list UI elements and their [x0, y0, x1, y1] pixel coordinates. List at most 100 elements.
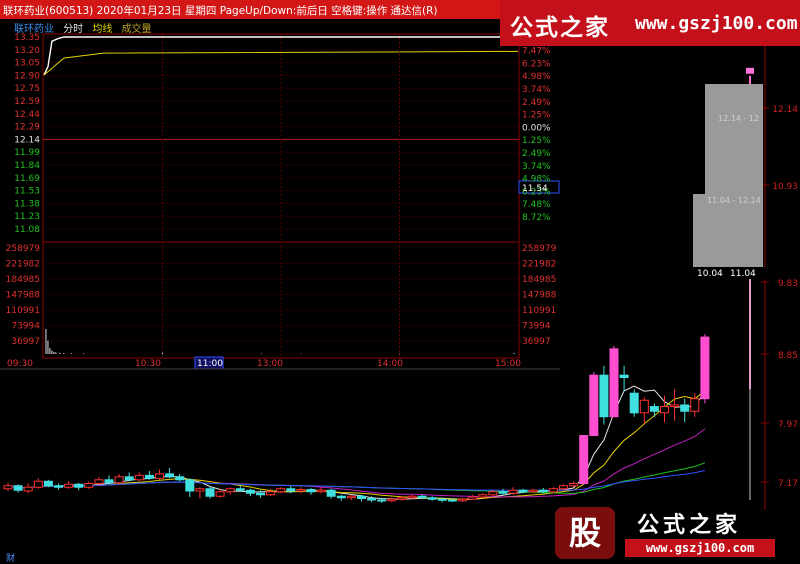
volume-axis-label-right: 73994 — [522, 322, 551, 332]
time-axis-label: 09:30 — [7, 359, 33, 369]
intraday-pct-label: 0.00% — [522, 123, 551, 133]
bottom-watermark-name: 公式之家 — [637, 513, 742, 538]
candle-body — [43, 480, 53, 487]
candle-body — [84, 483, 94, 488]
intraday-pct-label: 7.48% — [522, 200, 551, 210]
candle-body — [316, 489, 326, 493]
intraday-price-label: 12.75 — [14, 84, 40, 94]
candle-body — [660, 406, 669, 414]
bottom-watermark: 股 公式之家 www.gszj100.com — [555, 505, 783, 563]
candle-body — [235, 488, 245, 491]
intraday-pct-label: 8.72% — [522, 213, 551, 223]
candle-body — [3, 485, 13, 490]
candle-body — [245, 489, 255, 494]
candle-body — [175, 476, 185, 481]
candle-body — [468, 496, 478, 500]
candle-body — [478, 494, 488, 498]
candle-body — [377, 499, 387, 502]
candle-body — [144, 474, 154, 479]
volume-axis-label: 36997 — [11, 337, 40, 347]
volume-axis-label-right: 147988 — [522, 291, 557, 301]
candle-body — [94, 479, 104, 485]
intraday-price-label: 11.38 — [14, 199, 40, 209]
intraday-price-label: 11.99 — [14, 148, 40, 158]
intraday-pct-label: 1.25% — [522, 111, 551, 121]
candle-body — [185, 479, 195, 492]
intraday-price-label: 11.08 — [14, 225, 40, 235]
candle-body — [649, 406, 659, 412]
candle-body — [397, 497, 407, 500]
candle-body — [296, 489, 306, 492]
main-axis-label: 12.14 — [772, 105, 798, 115]
candle-body — [437, 498, 447, 501]
intraday-pct-label: 3.74% — [522, 85, 551, 95]
tab-stock-name[interactable]: 联环药业 — [14, 24, 54, 35]
candle-body — [538, 489, 548, 493]
candle-body — [458, 498, 467, 502]
candle-body — [579, 435, 589, 485]
candle-body — [336, 495, 346, 499]
candle-body — [357, 495, 366, 499]
brand-watermark: 公式之家 www.gszj100.com — [500, 0, 800, 46]
main-axis-label: 7.97 — [778, 420, 798, 430]
tab-volume[interactable]: 成交量 — [122, 24, 152, 35]
intraday-pct-label: 2.49% — [522, 149, 551, 159]
tooltip-lower-text: 11.04 - 12.14 — [707, 196, 761, 205]
intraday-price-label: 11.53 — [14, 187, 40, 197]
candle-body — [256, 492, 265, 496]
volume-axis-label: 110991 — [6, 306, 40, 316]
tooltip-upper-text: 12.14 - 12 — [718, 114, 759, 123]
brand-name: 公式之家 — [510, 15, 610, 41]
intraday-panel — [0, 19, 560, 370]
intraday-price-label: 12.90 — [14, 71, 40, 81]
volume-axis-label: 258979 — [6, 244, 41, 254]
chart-canvas: 12.14 10.93 9.83 8.85 7.97 7.17 12.14 - 12 11.0… — [0, 19, 798, 510]
candle-body — [690, 398, 700, 412]
candle-body — [427, 497, 437, 500]
volume-axis-label-right: 258979 — [522, 244, 557, 254]
candle-body — [225, 488, 235, 493]
volume-axis-label: 147988 — [6, 291, 41, 301]
tooltip-box — [705, 84, 763, 267]
candle-body — [639, 399, 649, 414]
candle-body — [569, 483, 579, 487]
candle-body — [619, 374, 629, 379]
candle-body — [498, 491, 508, 494]
intraday-price-label: 13.05 — [14, 59, 40, 69]
bottom-glyph: 财 — [6, 554, 16, 564]
candle-body — [589, 374, 599, 437]
time-axis-label: 13:00 — [257, 359, 283, 369]
main-axis-label: 8.85 — [778, 351, 798, 361]
candle-body — [286, 488, 296, 492]
tab-fenshi[interactable]: 分时 — [63, 24, 83, 35]
tab-avg-line[interactable]: 均线 — [92, 24, 112, 35]
intraday-price-label: 12.59 — [14, 97, 40, 107]
candle-body — [447, 499, 457, 502]
intraday-pct-label: 4.98% — [522, 72, 551, 82]
candle-body — [599, 374, 609, 418]
volume-axis-label-right: 110991 — [522, 306, 556, 316]
candle-body — [266, 491, 276, 496]
intraday-pct-label: 2.49% — [522, 98, 551, 108]
candle-body — [346, 495, 356, 499]
intraday-price-label: 11.69 — [14, 174, 40, 184]
intraday-price-label: 11.84 — [14, 161, 40, 171]
main-axis-label: 7.17 — [778, 479, 798, 489]
intraday-pct-label: 1.25% — [522, 136, 551, 146]
volume-axis-label: 184985 — [6, 275, 40, 285]
volume-axis-label-right: 184985 — [522, 275, 556, 285]
intraday-price-label: 11.23 — [14, 212, 40, 222]
brand-url: www.gszj100.com — [635, 13, 798, 34]
time-axis-label: 15:00 — [495, 359, 521, 369]
main-axis-label: 9.83 — [778, 279, 798, 289]
candle-body — [387, 498, 397, 502]
candle-body — [33, 480, 43, 488]
candle-body — [508, 489, 518, 494]
candle-body — [64, 483, 74, 488]
time-axis-label: 11:00 — [197, 359, 223, 369]
intraday-pct-label: 6.23% — [522, 59, 551, 69]
intraday-bg — [0, 19, 560, 369]
intraday-tabs: 联环药业 分时 均线 成交量 — [14, 20, 158, 35]
logo-icon: 股 — [555, 507, 615, 559]
spike-cap — [746, 67, 754, 74]
